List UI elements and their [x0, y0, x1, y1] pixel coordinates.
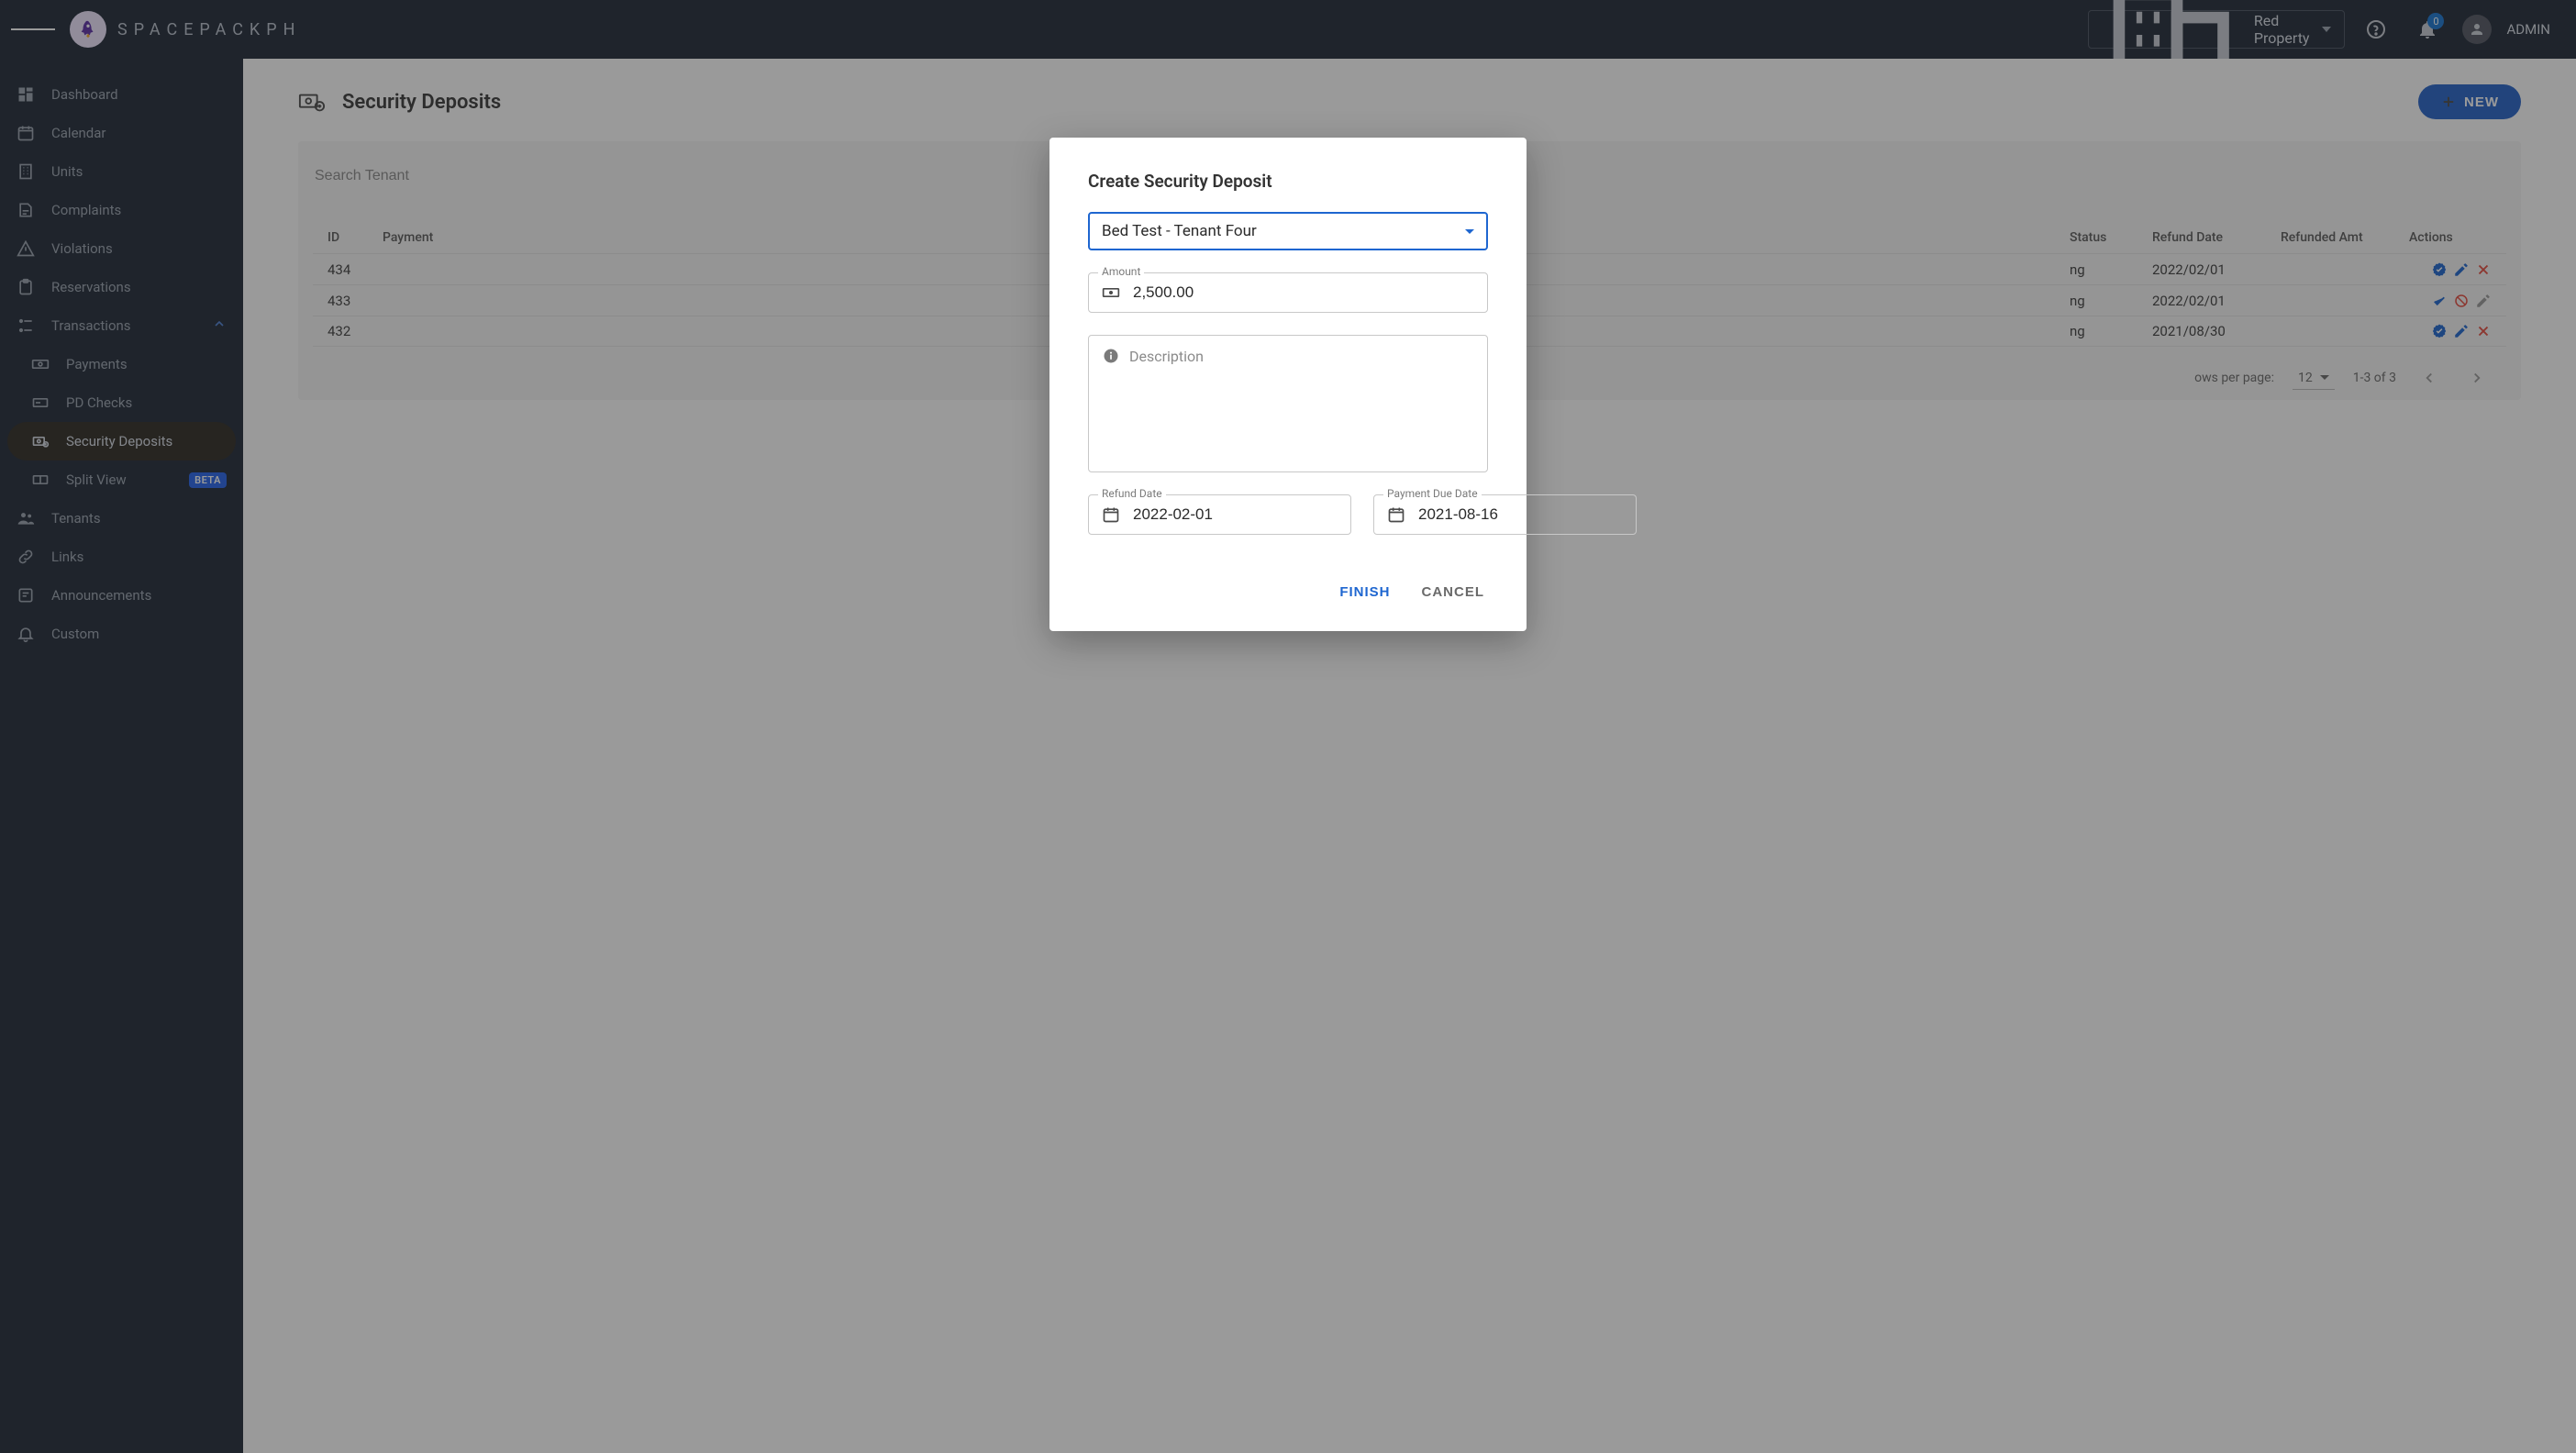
refund-date-input[interactable] [1131, 505, 1338, 525]
amount-label: Amount [1098, 265, 1144, 278]
description-field[interactable]: Description [1088, 335, 1488, 472]
tenant-select[interactable]: Bed Test - Tenant Four [1088, 212, 1488, 250]
payment-due-date-field[interactable]: Payment Due Date [1373, 494, 1637, 535]
calendar-icon [1102, 505, 1120, 524]
finish-button[interactable]: FINISH [1336, 577, 1393, 607]
cancel-button[interactable]: CANCEL [1418, 577, 1489, 607]
cash-icon [1102, 283, 1120, 302]
create-deposit-dialog: Create Security Deposit Bed Test - Tenan… [1049, 138, 1527, 631]
refund-date-label: Refund Date [1098, 487, 1166, 500]
tenant-value: Bed Test - Tenant Four [1102, 222, 1454, 240]
amount-input[interactable] [1131, 283, 1474, 303]
description-textarea[interactable] [1102, 345, 1474, 462]
dialog-title: Create Security Deposit [1088, 171, 1488, 192]
payment-due-date-label: Payment Due Date [1383, 487, 1482, 500]
calendar-icon [1387, 505, 1405, 524]
payment-due-date-input[interactable] [1416, 505, 1623, 525]
amount-field[interactable]: Amount [1088, 272, 1488, 313]
chevron-down-icon [1465, 229, 1474, 234]
refund-date-field[interactable]: Refund Date [1088, 494, 1351, 535]
modal-scrim[interactable]: Create Security Deposit Bed Test - Tenan… [0, 0, 2576, 1453]
